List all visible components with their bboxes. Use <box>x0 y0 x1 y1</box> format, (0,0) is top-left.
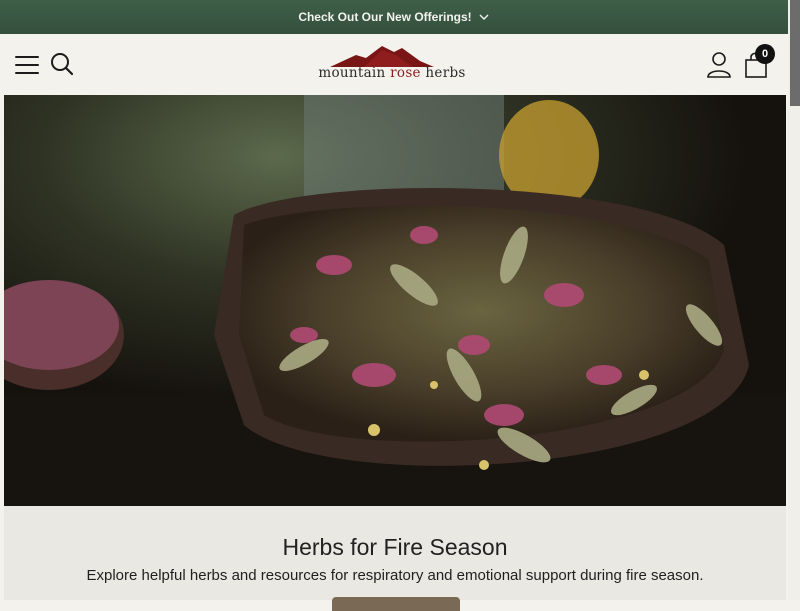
logo-wordmark: mountain rose herbs <box>318 65 466 81</box>
site-logo[interactable]: mountain rose herbs <box>316 43 468 85</box>
scrollbar-thumb[interactable] <box>790 0 800 106</box>
announcement-text[interactable]: Check Out Our New Offerings! <box>298 10 471 24</box>
chevron-down-icon[interactable] <box>478 11 490 23</box>
user-icon[interactable] <box>706 51 732 79</box>
promo-section: Herbs for Fire Season Explore helpful he… <box>4 506 786 611</box>
hamburger-menu-icon[interactable] <box>15 56 39 74</box>
promo-cta-button[interactable] <box>332 597 460 611</box>
search-icon[interactable] <box>49 51 75 77</box>
announcement-bar[interactable]: Check Out Our New Offerings! <box>0 0 788 34</box>
site-header: mountain rose herbs 0 <box>0 34 788 95</box>
promo-title: Herbs for Fire Season <box>282 534 508 560</box>
herb-bowl-image <box>4 95 786 506</box>
promo-subtitle: Explore helpful herbs and resources for … <box>86 567 704 584</box>
cart-count-badge[interactable]: 0 <box>755 44 775 64</box>
hero-image[interactable] <box>4 95 786 506</box>
